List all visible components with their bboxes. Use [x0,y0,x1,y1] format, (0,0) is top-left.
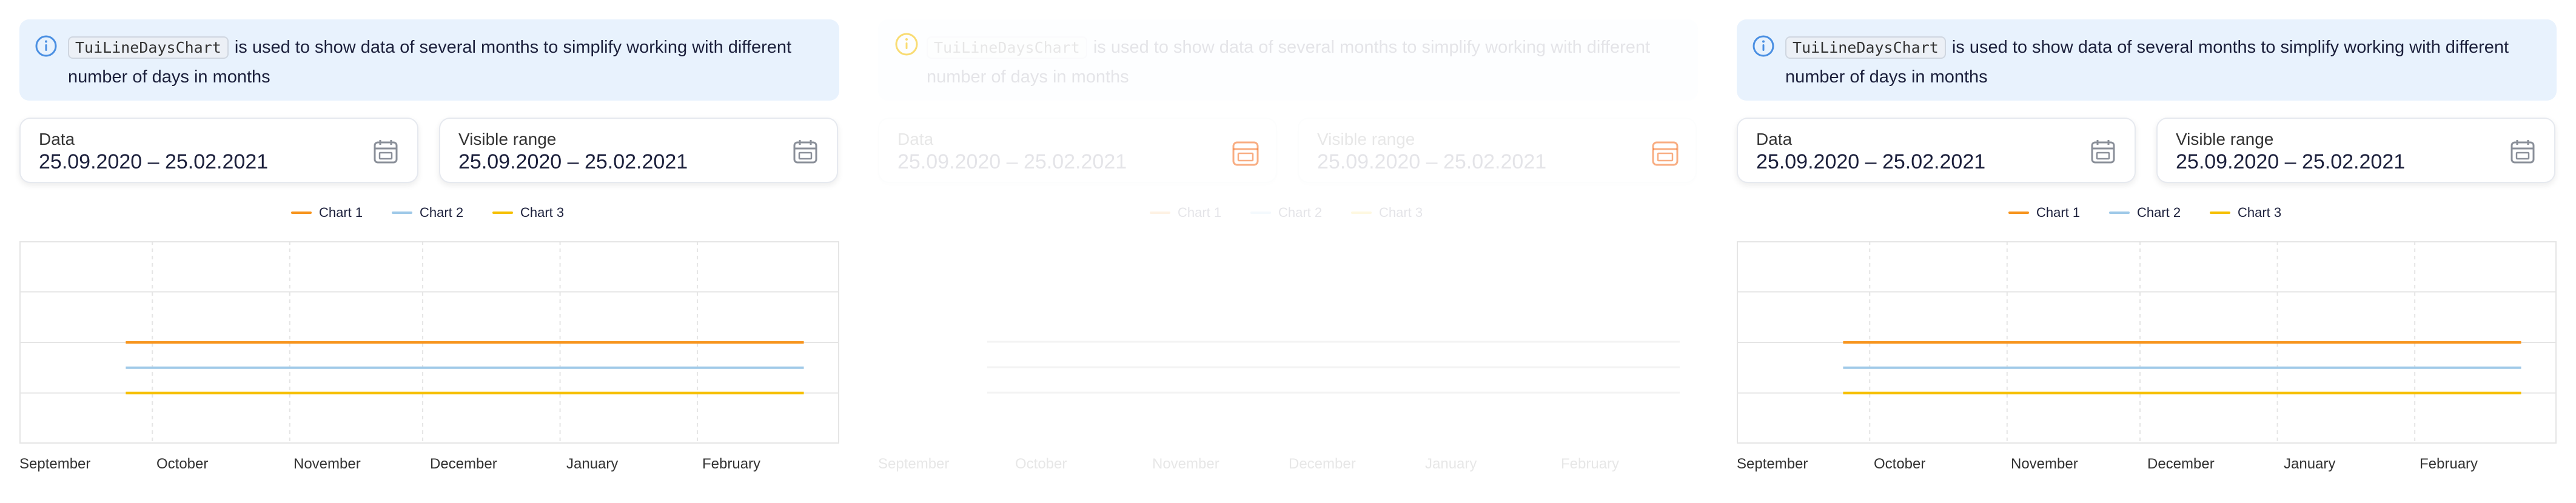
field-label: Visible range [2176,130,2274,148]
legend-swatch [392,212,412,214]
field-value: 25.09.2020 – 25.02.2021 [39,150,269,173]
legend-swatch [1351,212,1372,214]
component-code: TuiLineDaysChart [1785,36,1946,59]
line-days-chart [19,241,839,444]
loader-icon [895,33,918,56]
legend-swatch [1250,212,1271,214]
month-label: October [156,456,209,472]
field-label: Data [1756,130,1793,148]
component-code: TuiLineDaysChart [68,36,229,59]
info-notice: TuiLineDaysChart is used to show data of … [1737,19,2557,101]
chart-svg [1737,241,2557,444]
calendar-icon [1652,141,1679,166]
month-label: October [1874,456,1926,472]
month-label: February [2420,456,2478,472]
field-value: 25.09.2020 – 25.02.2021 [1317,150,1547,173]
field-label: Data [897,130,934,148]
data-date-range-input[interactable]: Data 25.09.2020 – 25.02.2021 [878,118,1277,183]
legend-swatch [492,212,513,214]
demo-panel-1: TuiLineDaysChart is used to show data of … [0,0,859,503]
field-value: 25.09.2020 – 25.02.2021 [1756,150,1986,173]
month-label: October [1015,456,1067,472]
month-label: December [2147,456,2215,472]
legend-swatch [1150,212,1170,214]
visible-range-input[interactable]: Visible range 25.09.2020 – 25.02.2021 [439,118,838,183]
line-days-chart [1737,241,2557,444]
month-label: December [430,456,497,472]
notice-text: TuiLineDaysChart is used to show data of … [68,36,792,87]
visible-range-input[interactable]: Visible range 25.09.2020 – 25.02.2021 [1298,118,1697,183]
calendar-icon[interactable] [2509,138,2536,165]
field-value: 25.09.2020 – 25.02.2021 [2176,150,2406,173]
month-label: September [1737,456,1808,472]
month-label: February [1561,456,1620,472]
chart-legend: Chart 1 Chart 2 Chart 3 [0,204,859,222]
calendar-icon[interactable] [2090,138,2116,165]
field-label: Data [39,130,75,148]
component-code: TuiLineDaysChart [927,36,1087,59]
chart-legend: Chart 1 Chart 2 Chart 3 [1717,204,2576,222]
line-days-chart [878,241,1698,444]
info-icon [35,35,57,57]
data-date-range-input[interactable]: Data 25.09.2020 – 25.02.2021 [19,118,418,183]
visible-range-input[interactable]: Visible range 25.09.2020 – 25.02.2021 [2156,118,2555,183]
field-label: Visible range [458,130,557,148]
legend-swatch [291,212,312,214]
notice-text: TuiLineDaysChart is used to show data of … [927,36,1651,87]
month-label: January [2284,456,2336,472]
month-label: December [1289,456,1356,472]
month-label: February [702,456,761,472]
field-value: 25.09.2020 – 25.02.2021 [458,150,688,173]
month-label: November [2011,456,2078,472]
info-icon [1753,35,1774,57]
legend-swatch [2210,212,2230,214]
legend-swatch [2109,212,2130,214]
month-label: September [19,456,91,472]
info-notice: TuiLineDaysChart is used to show data of … [878,19,1698,101]
calendar-icon[interactable] [372,138,399,165]
field-label: Visible range [1317,130,1415,148]
month-label: January [566,456,619,472]
month-label: September [878,456,950,472]
chart-svg [19,241,839,444]
month-label: November [293,456,361,472]
chart-svg-placeholder [987,341,1680,394]
calendar-icon [1232,141,1259,166]
month-label: November [1152,456,1219,472]
data-date-range-input[interactable]: Data 25.09.2020 – 25.02.2021 [1737,118,2136,183]
demo-panel-3: TuiLineDaysChart is used to show data of … [1717,0,2576,503]
info-notice: TuiLineDaysChart is used to show data of … [19,19,839,101]
field-value: 25.09.2020 – 25.02.2021 [897,150,1127,173]
month-label: January [1425,456,1477,472]
legend-swatch [2008,212,2029,214]
demo-panel-2: TuiLineDaysChart is used to show data of … [859,0,1717,503]
chart-legend: Chart 1 Chart 2 Chart 3 [859,204,1717,222]
notice-text: TuiLineDaysChart is used to show data of … [1785,36,2509,87]
calendar-icon[interactable] [792,138,819,165]
